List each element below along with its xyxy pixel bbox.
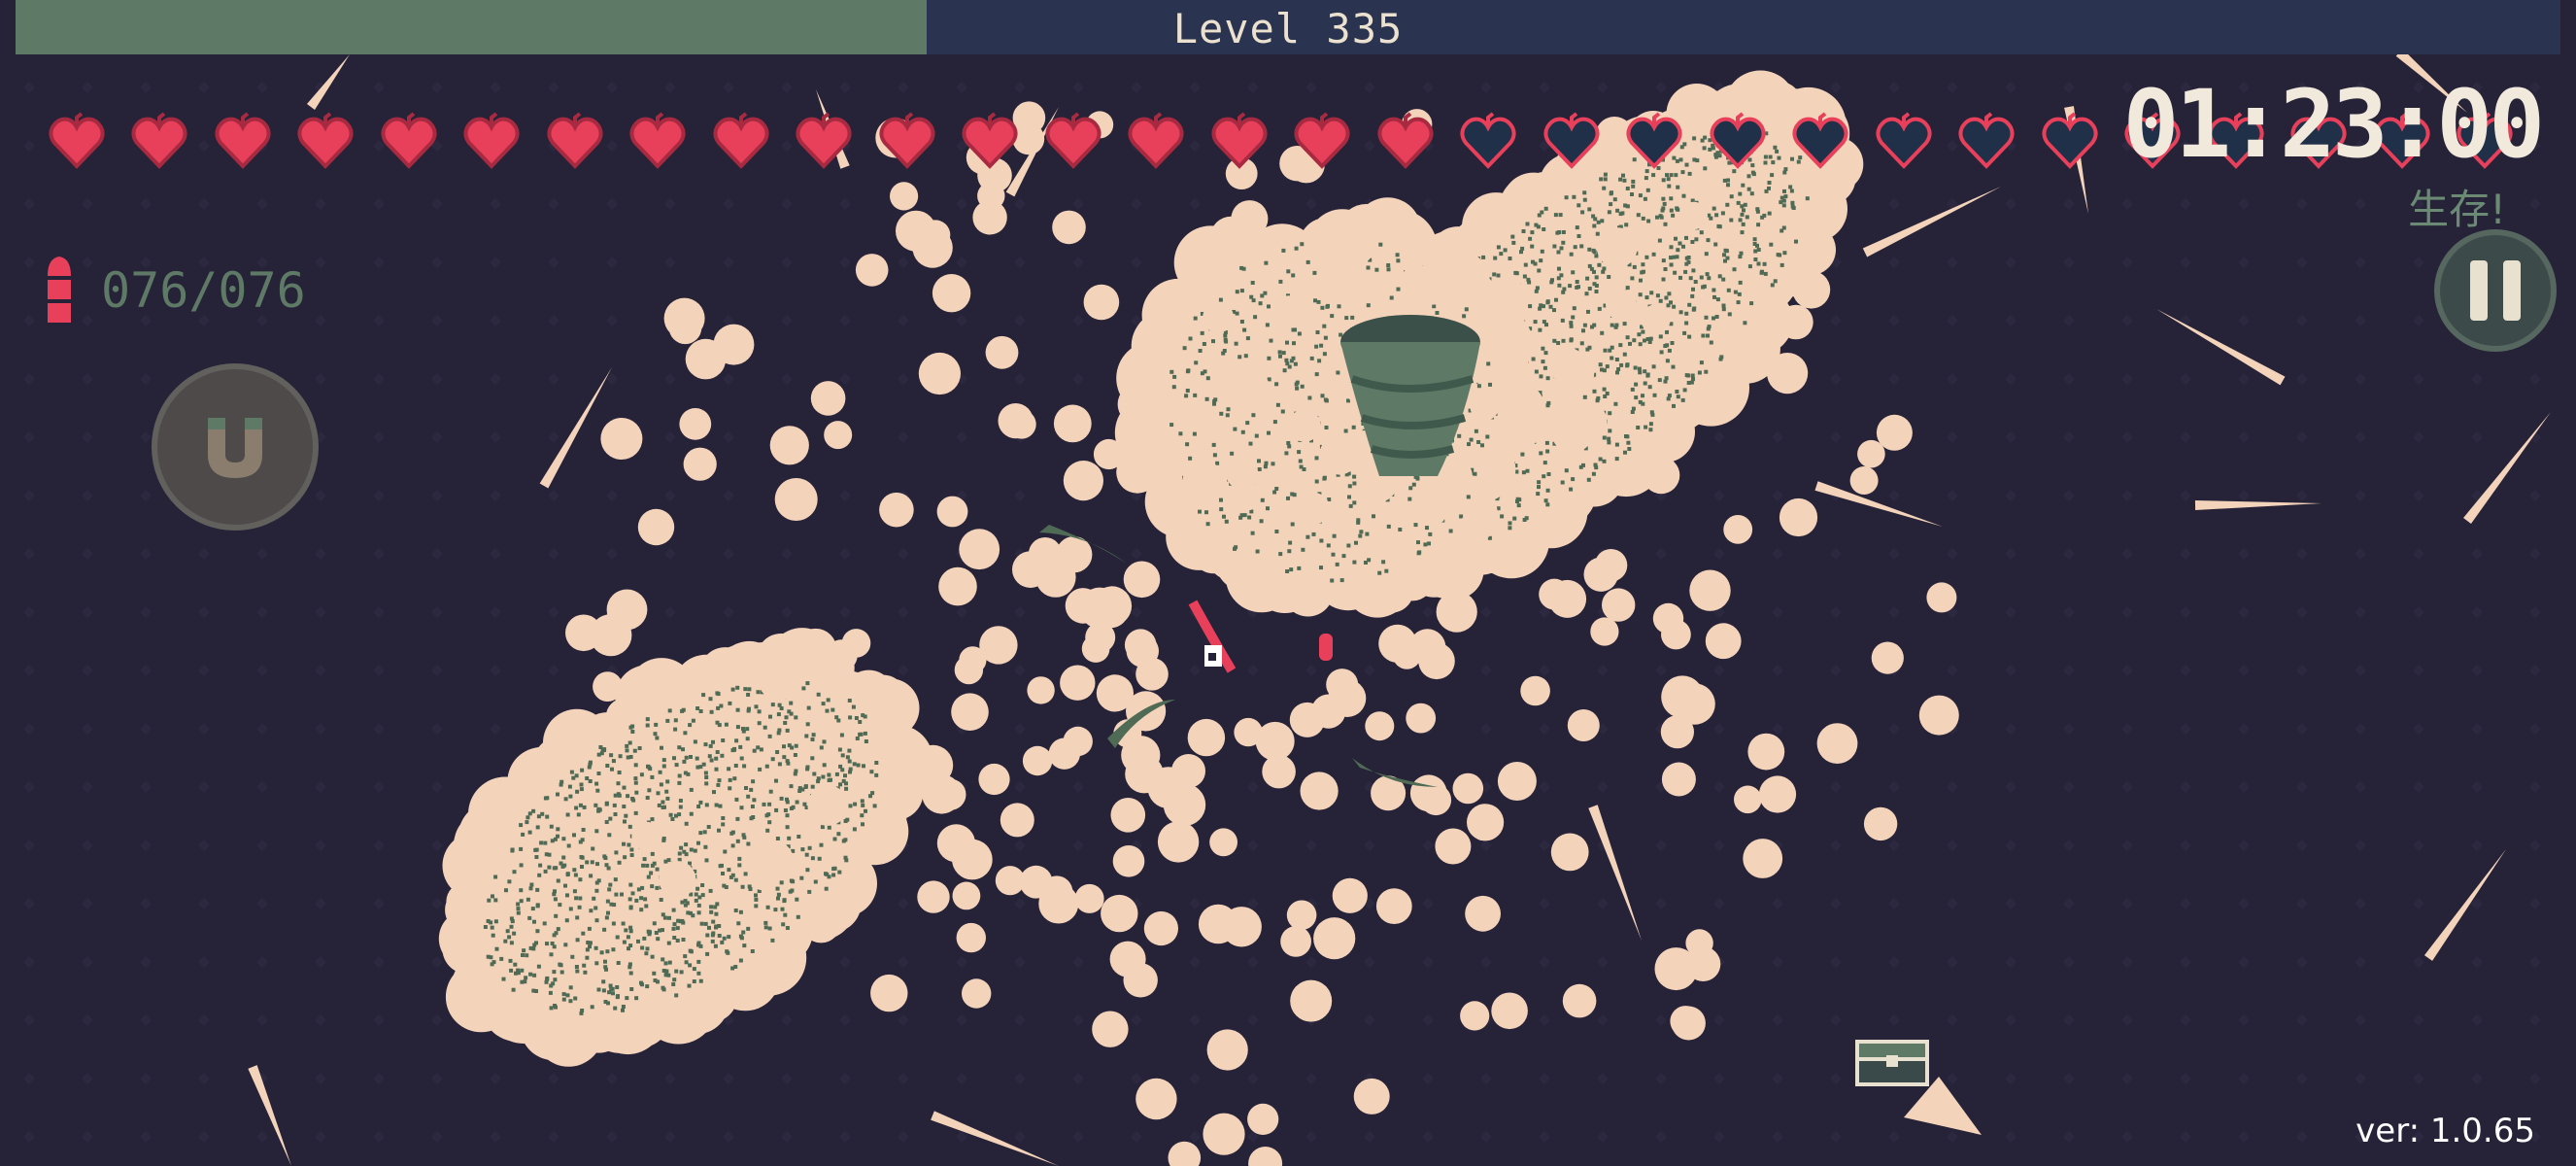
level-label: Level 335 <box>1172 5 1404 52</box>
heart-full-icon <box>1364 107 1447 177</box>
treasure-chest-icon[interactable] <box>1855 1040 1929 1086</box>
heart-empty-icon <box>2028 107 2112 177</box>
heart-full-icon <box>35 107 119 177</box>
magnet-icon <box>208 418 262 478</box>
heart-full-icon <box>1198 107 1281 177</box>
heart-full-icon <box>201 107 285 177</box>
version-label: ver: 1.0.65 <box>2356 1112 2535 1150</box>
heart-full-icon <box>1115 107 1199 177</box>
heart-empty-icon <box>1613 107 1697 177</box>
survival-timer: 01:23:00 <box>2122 70 2545 179</box>
survive-label: 生存! <box>2408 186 2506 233</box>
heart-full-icon <box>285 107 368 177</box>
magnet-button[interactable] <box>152 363 319 531</box>
heart-full-icon <box>699 107 783 177</box>
pause-button[interactable] <box>2434 229 2557 352</box>
heart-full-icon <box>367 107 451 177</box>
ammo-counter: 076/076 <box>43 255 306 326</box>
heart-full-icon <box>783 107 866 177</box>
bullet-icon <box>48 257 71 323</box>
heart-empty-icon <box>1779 107 1863 177</box>
heart-empty-icon <box>1862 107 1946 177</box>
ammo-text: 076/076 <box>101 262 306 319</box>
heart-full-icon <box>119 107 202 177</box>
heart-full-icon <box>533 107 617 177</box>
heart-empty-icon <box>1696 107 1779 177</box>
heart-empty-icon <box>1447 107 1531 177</box>
heart-empty-icon <box>1946 107 2029 177</box>
experience-bar: Level 335 <box>16 0 2560 54</box>
heart-full-icon <box>617 107 700 177</box>
pause-icon <box>2470 260 2521 321</box>
heart-full-icon <box>865 107 949 177</box>
heart-full-icon <box>1281 107 1365 177</box>
heart-full-icon <box>949 107 1033 177</box>
heart-full-icon <box>451 107 534 177</box>
heart-empty-icon <box>1530 107 1613 177</box>
heart-full-icon <box>1032 107 1115 177</box>
